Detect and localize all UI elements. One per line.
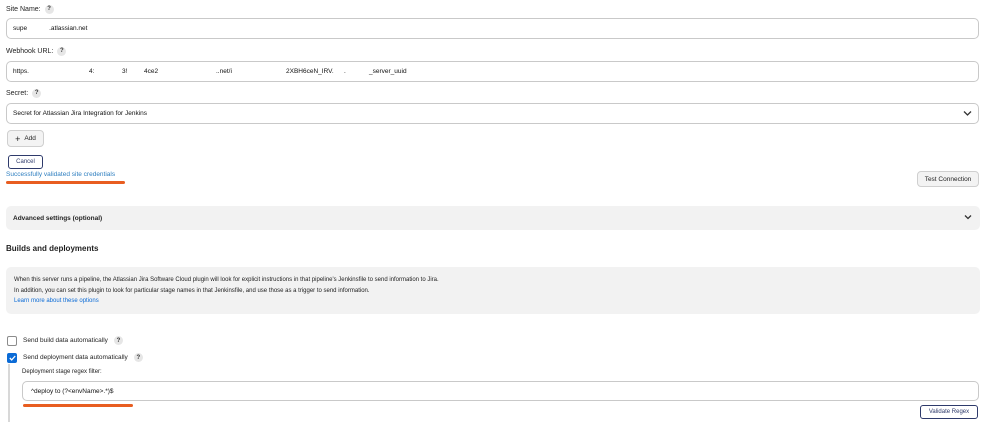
add-button-label: Add	[24, 135, 36, 142]
validation-status-text: Successfully validated site credentials	[6, 171, 116, 178]
info-text-line2: In addition, you can set this plugin to …	[14, 288, 370, 294]
webhook-url-segment: ..net/i	[216, 68, 232, 75]
send-build-data-option[interactable]: Send build data automatically ?	[7, 335, 123, 346]
add-button[interactable]: + Add	[7, 130, 44, 147]
cancel-button-label: Cancel	[16, 159, 35, 165]
validate-regex-button[interactable]: Validate Regex	[920, 405, 978, 419]
site-name-suffix: .atlassian.net	[49, 25, 88, 32]
site-name-help-icon[interactable]: ?	[44, 4, 54, 14]
chevron-down-icon	[964, 214, 972, 222]
site-name-prefix: supe	[13, 25, 28, 32]
send-deployment-data-label: Send deployment data automatically	[23, 354, 128, 361]
webhook-url-segment: 2XBH6ceN_IRV.	[286, 68, 334, 75]
secret-select[interactable]: Secret for Atlassian Jira Integration fo…	[6, 103, 979, 124]
validate-regex-label: Validate Regex	[928, 409, 970, 415]
builds-info-box: When this server runs a pipeline, the At…	[6, 267, 980, 314]
secret-help-icon[interactable]: ?	[32, 88, 42, 98]
advanced-settings-label: Advanced settings (optional)	[13, 214, 103, 222]
info-text-line1: When this server runs a pipeline, the At…	[14, 277, 439, 283]
chevron-down-icon	[963, 110, 972, 119]
secret-label: Secret: ?	[6, 88, 42, 98]
cancel-button[interactable]: Cancel	[8, 155, 43, 169]
webhook-url-label-text: Webhook URL:	[6, 47, 54, 55]
advanced-settings-toggle[interactable]: Advanced settings (optional)	[6, 206, 980, 230]
test-connection-label: Test Connection	[924, 175, 972, 183]
builds-deployments-heading: Builds and deployments	[6, 244, 99, 253]
checkmark-icon	[8, 355, 16, 361]
deployment-regex-label: Deployment stage regex filter:	[22, 369, 102, 375]
secret-label-text: Secret:	[6, 89, 29, 97]
test-connection-button[interactable]: Test Connection	[917, 171, 979, 187]
nested-option-rule	[8, 364, 10, 422]
webhook-url-segment: _server_uuid	[369, 68, 407, 75]
send-build-data-label: Send build data automatically	[23, 337, 108, 344]
webhook-url-segment: 4ce2	[144, 68, 159, 75]
send-deployment-data-help-icon[interactable]: ?	[133, 353, 143, 362]
highlight-underline	[23, 404, 133, 407]
send-deployment-data-option[interactable]: Send deployment data automatically ?	[7, 352, 143, 363]
site-name-input[interactable]: supe .atlassian.net	[6, 18, 979, 39]
webhook-url-segment: https.	[13, 68, 29, 75]
webhook-url-segment: 3!	[122, 68, 128, 75]
deployment-regex-value: ^deploy to (?<envName>.*)$	[31, 387, 114, 395]
secret-selected-value: Secret for Atlassian Jira Integration fo…	[13, 110, 148, 117]
site-name-label-text: Site Name:	[6, 5, 41, 13]
send-build-data-checkbox[interactable]	[7, 335, 17, 346]
plus-icon: +	[15, 133, 21, 144]
webhook-url-segment: .	[344, 68, 346, 75]
webhook-url-segment: 4:	[89, 68, 95, 75]
deployment-regex-input[interactable]: ^deploy to (?<envName>.*)$	[22, 381, 979, 401]
highlight-underline	[6, 181, 125, 184]
webhook-url-label: Webhook URL: ?	[6, 46, 67, 56]
send-build-data-help-icon[interactable]: ?	[113, 336, 123, 345]
send-deployment-data-checkbox[interactable]	[7, 352, 17, 363]
learn-more-link[interactable]: Learn more about these options	[14, 298, 99, 304]
webhook-url-help-icon[interactable]: ?	[57, 46, 67, 56]
site-name-label: Site Name: ?	[6, 4, 54, 14]
webhook-url-input[interactable]: https. 4: 3! 4ce2 ..net/i 2XBH6ceN_IRV. …	[6, 61, 979, 82]
